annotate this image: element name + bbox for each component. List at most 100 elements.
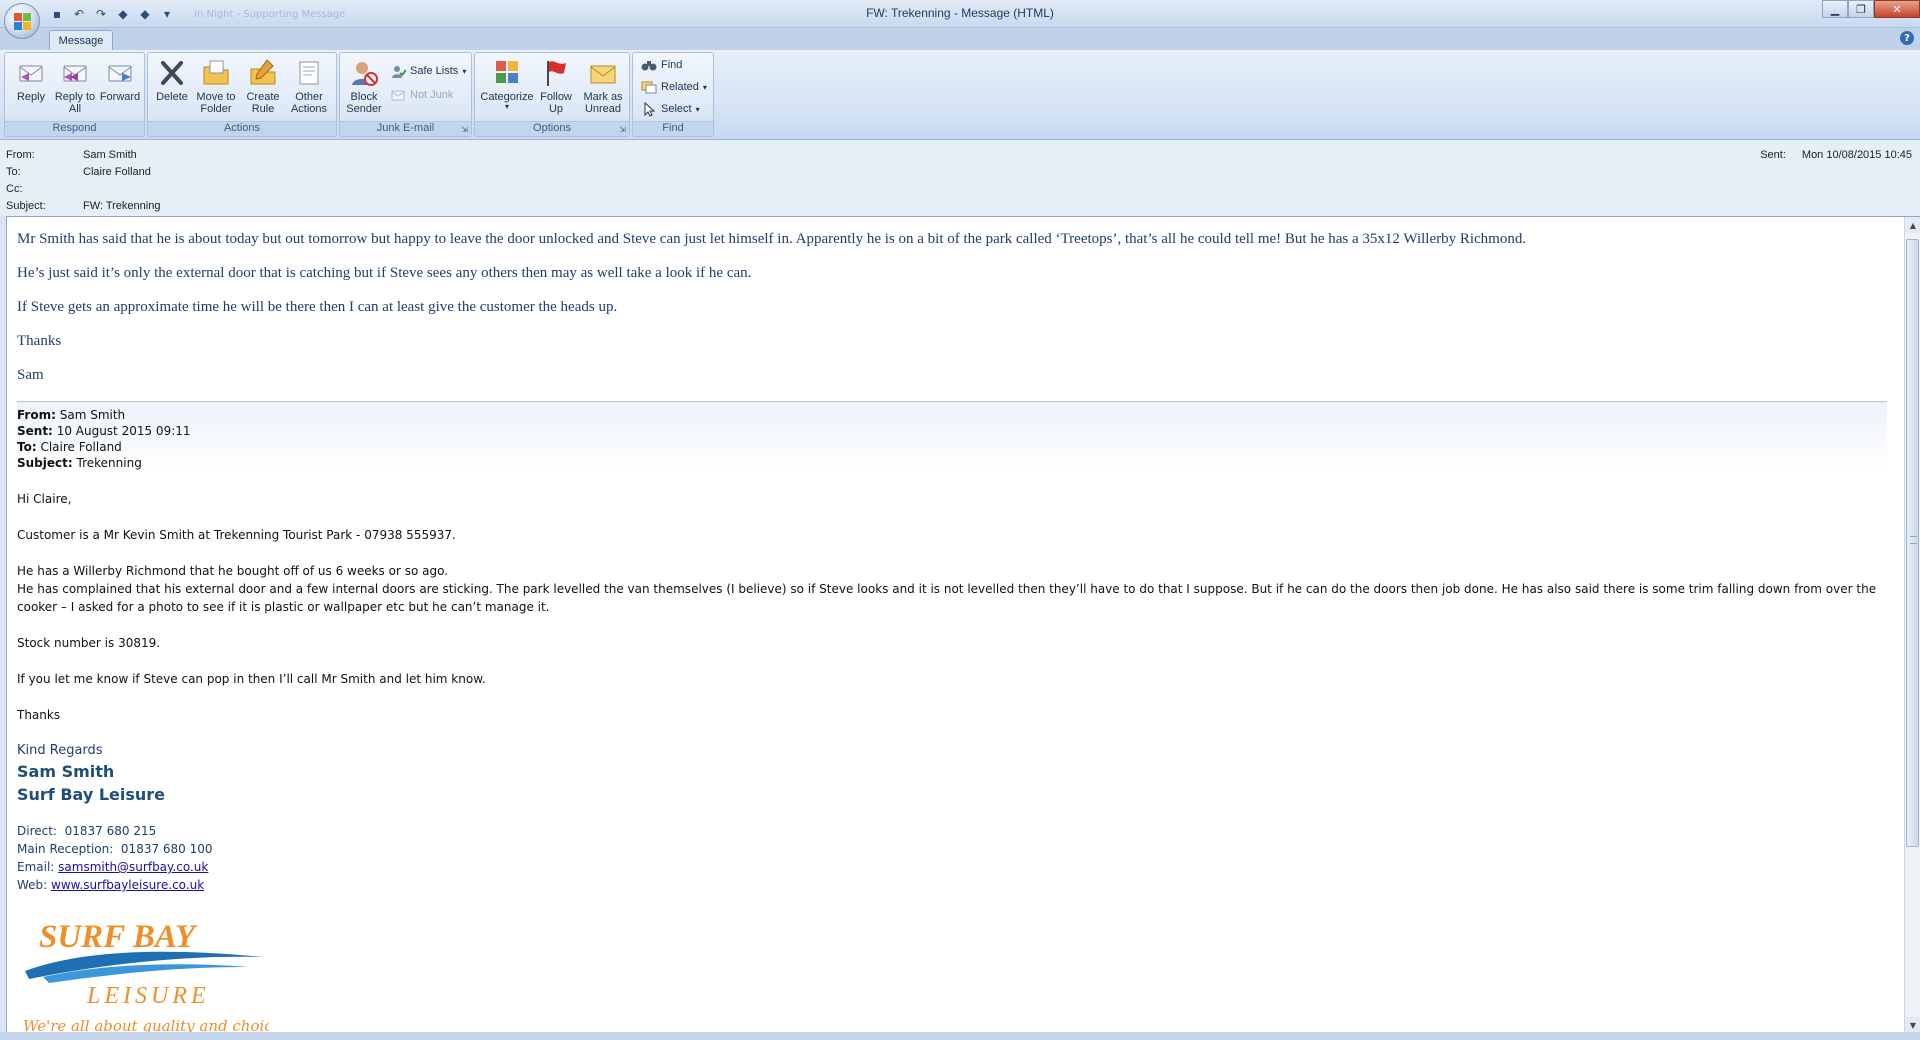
logo-line2: LEISURE [86, 983, 210, 1009]
group-label-options: Options ⇲ [475, 121, 629, 136]
group-label-junk-email: Junk E-mail ⇲ [340, 121, 471, 136]
ribbon-tabs: Message ? [0, 28, 1920, 51]
follow-up-button[interactable]: Follow Up [535, 57, 577, 115]
body-paragraph: If you let me know if Steve can pop in t… [17, 672, 486, 686]
related-button[interactable]: Related ▾ [641, 79, 707, 95]
delete-icon [161, 61, 183, 85]
forward-icon [108, 65, 132, 82]
web-link[interactable]: www.surfbayleisure.co.uk [51, 878, 204, 892]
greeting: Hi Claire, [17, 492, 72, 506]
group-options: Categorize ▾ Follow Up Mark as Unread Op… [474, 52, 630, 137]
signature-email: Email: samsmith@surfbay.co.uk [17, 860, 209, 874]
safe-lists-button[interactable]: Safe Lists ▾ [390, 63, 466, 79]
signature-web: Web: www.surfbayleisure.co.uk [17, 878, 205, 892]
find-button[interactable]: Find [641, 57, 682, 73]
other-actions-button[interactable]: Other Actions [284, 57, 334, 115]
group-junk-email: Block Sender Safe Lists ▾ Not Junk Junk E… [339, 52, 472, 137]
delete-button[interactable]: Delete [152, 57, 192, 103]
chevron-down-icon: ▾ [462, 66, 467, 76]
reply-all-icon [63, 65, 87, 82]
header-to[interactable]: Claire Folland [83, 166, 151, 178]
categorize-button[interactable]: Categorize ▾ [479, 57, 535, 111]
other-actions-icon [299, 61, 319, 85]
scroll-down-icon[interactable]: ▼ [1905, 1017, 1920, 1032]
message-header: From: Sam Smith To: Claire Folland Cc: S… [0, 140, 1920, 216]
forwarded-header: From: Sam Smith Sent: 10 August 2015 09:… [17, 408, 191, 470]
categorize-icon [496, 61, 518, 83]
create-rule-button[interactable]: Create Rule [242, 57, 284, 115]
group-label-find: Find [633, 121, 713, 136]
cursor-icon [644, 101, 656, 117]
scrollbar-thumb[interactable] [1906, 239, 1919, 847]
signature-regards: Kind Regards [17, 743, 103, 758]
dialog-launcher-icon[interactable]: ⇲ [460, 125, 469, 134]
vertical-scrollbar[interactable]: ▲ ▼ [1904, 217, 1920, 1032]
group-respond: Reply Reply to All Forward Respond [4, 52, 145, 137]
select-button[interactable]: Select ▾ [641, 101, 700, 117]
window-title: FW: Trekenning - Message (HTML) [866, 6, 1054, 20]
body-paragraph: Customer is a Mr Kevin Smith at Trekenni… [17, 528, 456, 542]
window-controls: ▁ ❐ ✕ [1822, 0, 1920, 18]
flag-icon [547, 61, 566, 86]
body-paragraph: He has complained that his external door… [17, 582, 1877, 614]
body-paragraph: Stock number is 30819. [17, 636, 161, 650]
not-junk-button: Not Junk [390, 87, 453, 103]
group-find: Find Related ▾ Select ▾ Find [632, 52, 714, 137]
surf-bay-logo: SURF BAY LEISURE We're all about quality… [23, 919, 269, 1032]
body-paragraph: He’s just said it’s only the external do… [17, 265, 752, 281]
bottom-frame [0, 1032, 1920, 1040]
reply-icon [19, 65, 43, 82]
reply-all-button[interactable]: Reply to All [53, 57, 97, 115]
office-logo-icon [14, 13, 32, 31]
chevron-down-icon: ▾ [695, 104, 700, 114]
mark-unread-icon [590, 65, 616, 84]
title-bar: ▪ ↶ ↷ ◆ ◆ ▾ In Night - Supporting Messag… [0, 0, 1920, 28]
tab-message[interactable]: Message [49, 30, 113, 51]
group-actions: Delete Move to Folder Create Rule Other … [147, 52, 337, 137]
block-sender-button[interactable]: Block Sender [342, 57, 386, 115]
group-label-respond: Respond [5, 121, 144, 136]
body-paragraph: Mr Smith has said that he is about today… [17, 231, 1527, 247]
scroll-up-icon[interactable]: ▲ [1905, 217, 1920, 233]
not-junk-icon [391, 90, 405, 101]
body-paragraph: He has a Willerby Richmond that he bough… [17, 564, 449, 578]
header-subject: FW: Trekenning [83, 200, 161, 212]
logo-line1: SURF BAY [39, 919, 198, 955]
body-paragraph: If Steve gets an approximate time he wil… [17, 299, 618, 315]
binoculars-icon [641, 61, 657, 71]
grip-icon [1910, 536, 1917, 544]
group-label-actions: Actions [148, 121, 336, 136]
minimize-icon[interactable]: ▁ [1822, 0, 1848, 18]
body-paragraph: Sam [17, 367, 44, 383]
signature-name: Sam Smith [17, 762, 115, 781]
forward-button[interactable]: Forward [99, 57, 141, 103]
body-paragraph: Thanks [17, 708, 61, 722]
signature-company: Surf Bay Leisure [17, 785, 166, 804]
header-sent: Sent: Mon 10/08/2015 10:45 [1760, 149, 1912, 161]
move-to-folder-icon [203, 60, 229, 85]
block-sender-icon [352, 62, 378, 86]
dialog-launcher-icon[interactable]: ⇲ [618, 125, 627, 134]
outlook-message-window: ▪ ↶ ↷ ◆ ◆ ▾ In Night - Supporting Messag… [0, 0, 1920, 1040]
ribbon: Reply Reply to All Forward Respond Delet… [0, 50, 1920, 140]
reply-button[interactable]: Reply [11, 57, 51, 103]
move-to-folder-button[interactable]: Move to Folder [192, 57, 240, 115]
safe-lists-icon [392, 66, 406, 78]
header-from[interactable]: Sam Smith [83, 149, 137, 161]
maximize-icon[interactable]: ❐ [1848, 0, 1874, 18]
logo-tagline: We're all about quality and choice! [23, 1017, 269, 1032]
office-button[interactable] [4, 3, 40, 39]
create-rule-icon [250, 59, 276, 85]
mark-as-unread-button[interactable]: Mark as Unread [579, 57, 627, 115]
chevron-down-icon: ▾ [702, 82, 707, 92]
chevron-down-icon: ▾ [504, 102, 509, 111]
forwarded-header-band [17, 402, 1887, 474]
signature-direct: Direct: 01837 680 215 [17, 824, 157, 838]
related-icon [641, 81, 657, 94]
email-link[interactable]: samsmith@surfbay.co.uk [58, 860, 208, 874]
body-paragraph: Thanks [17, 333, 62, 349]
message-body[interactable]: Mr Smith has said that he is about today… [6, 216, 1920, 1032]
help-icon[interactable]: ? [1900, 31, 1914, 45]
close-icon[interactable]: ✕ [1874, 0, 1920, 18]
signature-reception: Main Reception: 01837 680 100 [17, 842, 213, 856]
